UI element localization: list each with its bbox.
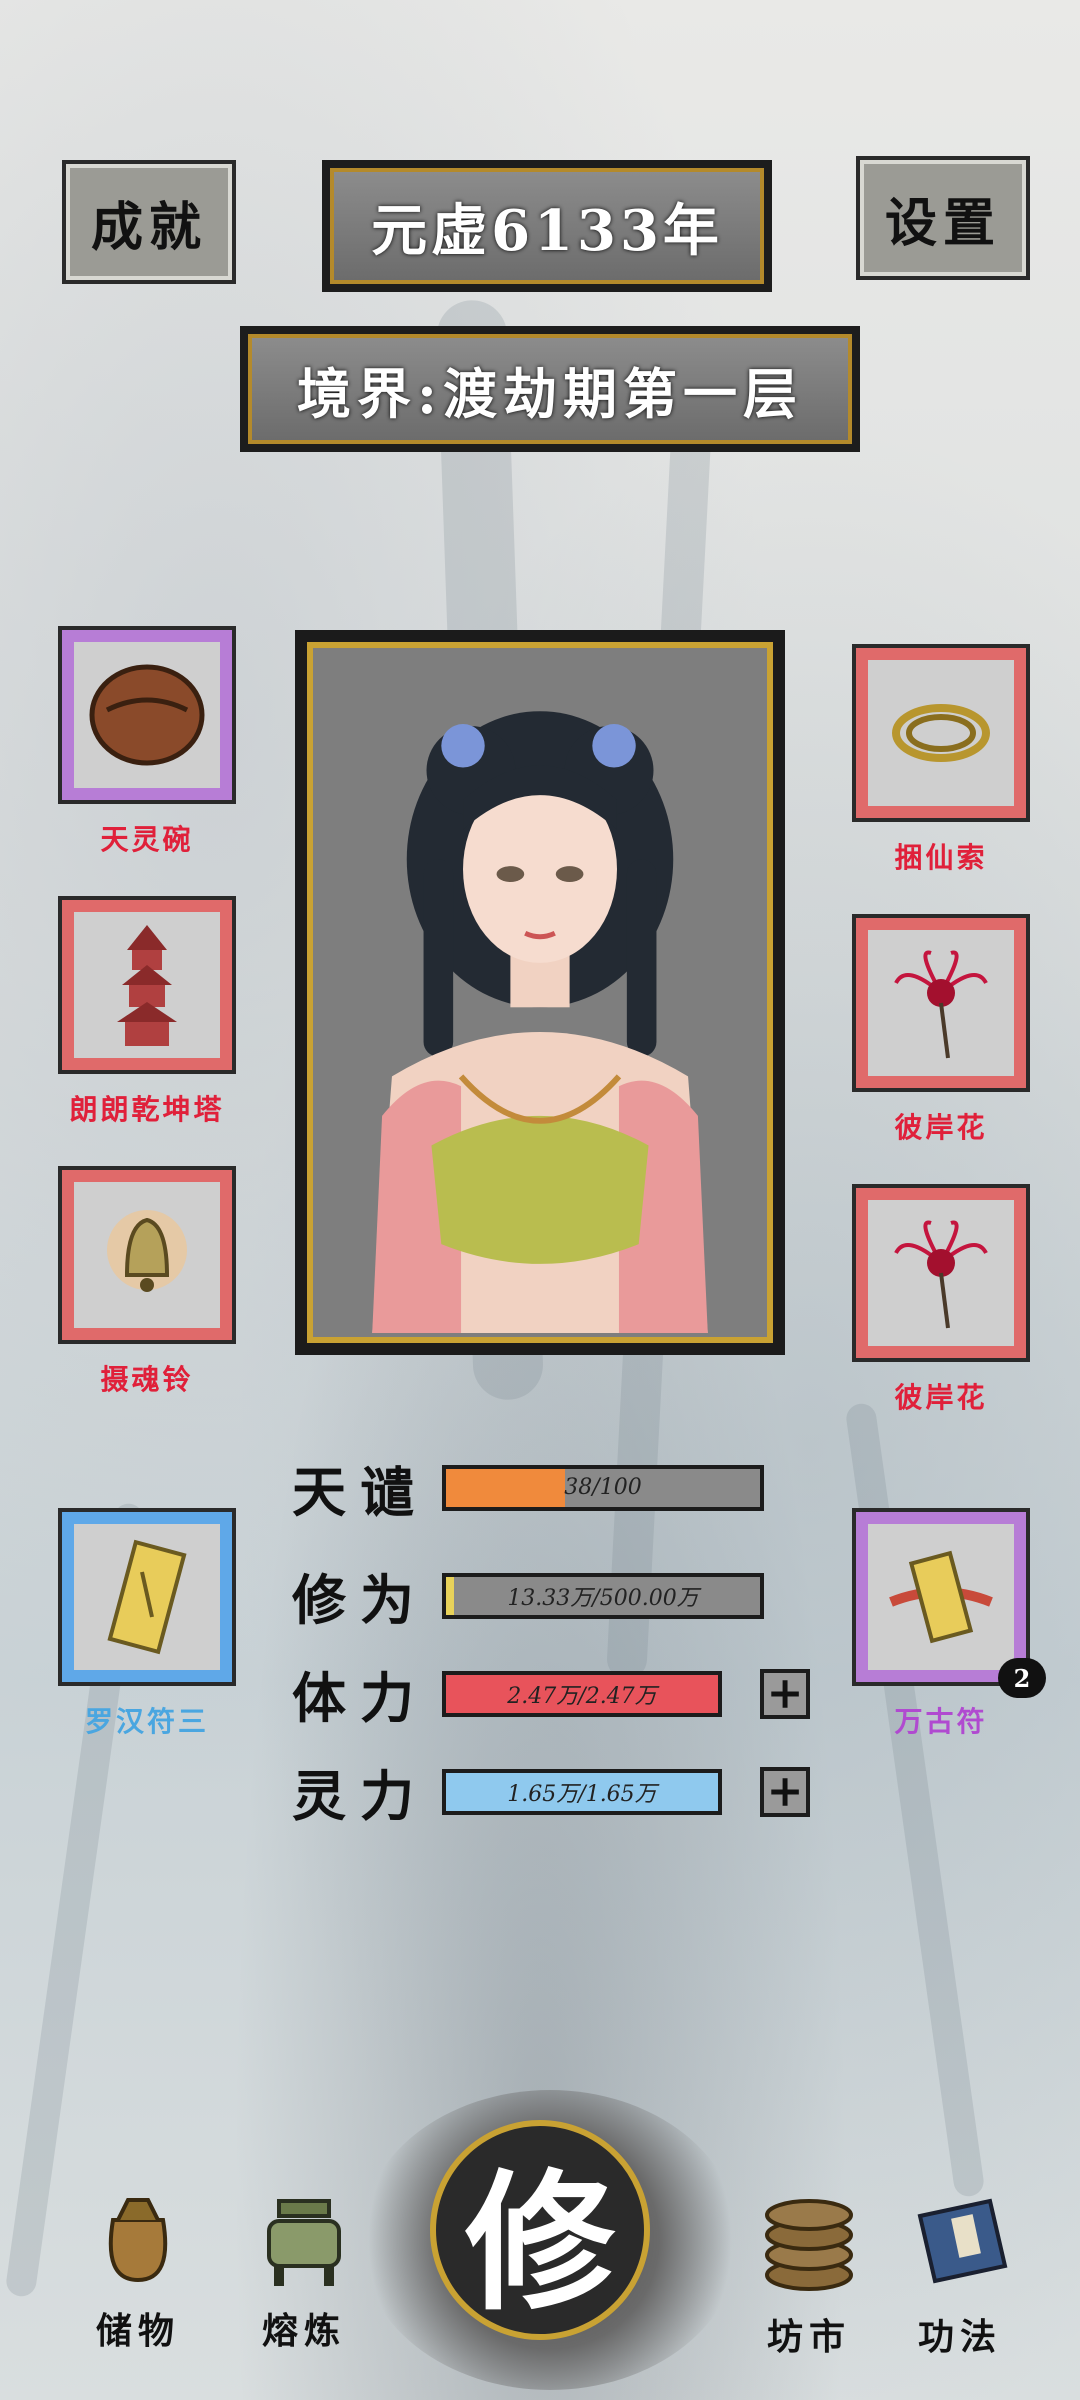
- nav-storage[interactable]: 储物: [78, 2180, 198, 2354]
- bell-icon: [74, 1182, 220, 1328]
- nav-skills[interactable]: 功法: [890, 2186, 1030, 2360]
- stat-row-xiuwei: 修为 13.33万/500.00万: [292, 1556, 764, 1635]
- item-count-badge: 2: [998, 1658, 1046, 1698]
- left-item-2-name: 朗朗乾坤塔: [69, 1093, 225, 1126]
- tili-bar: 2.47万/2.47万: [442, 1670, 722, 1717]
- stat-row-tili: 体力 2.47万/2.47万 +: [292, 1654, 810, 1733]
- item-frame: [852, 914, 1030, 1092]
- item-frame: [852, 644, 1030, 822]
- bowl-icon: [74, 642, 220, 788]
- year-plaque: 元虚6133年: [322, 160, 772, 292]
- nav-skills-label: 功法: [917, 2316, 1002, 2358]
- right-item-3[interactable]: 彼岸花: [852, 1184, 1030, 1416]
- right-item-1[interactable]: 捆仙索: [852, 644, 1030, 876]
- lingli-add-button[interactable]: +: [760, 1766, 810, 1817]
- left-item-4[interactable]: 罗汉符三: [58, 1508, 236, 1740]
- stat-label: 天谴: [292, 1460, 428, 1524]
- right-item-4-name: 万古符: [894, 1705, 988, 1738]
- nav-market[interactable]: 坊市: [744, 2180, 874, 2360]
- right-item-1-name: 捆仙索: [894, 841, 988, 874]
- item-frame: [58, 626, 236, 804]
- tianqian-value: 38/100: [564, 1475, 642, 1500]
- achievement-label: 成就: [90, 196, 207, 258]
- left-item-2[interactable]: 朗朗乾坤塔: [58, 896, 236, 1128]
- right-item-3-name: 彼岸花: [894, 1381, 988, 1414]
- lingli-value: 1.65万/1.65万: [507, 1781, 657, 1807]
- left-item-1-name: 天灵碗: [100, 823, 194, 856]
- nav-cultivate[interactable]: 修: [430, 2120, 650, 2340]
- book-icon: [917, 2198, 1008, 2284]
- settings-label: 设置: [884, 192, 1001, 254]
- xiuwei-value: 13.33万/500.00万: [507, 1585, 699, 1611]
- stat-label: 体力: [292, 1666, 428, 1730]
- rope-icon: [868, 660, 1014, 806]
- cultivate-emblem: 修: [430, 2120, 650, 2340]
- xiuwei-bar: 13.33万/500.00万: [442, 1572, 764, 1619]
- character-portrait-frame: [295, 630, 785, 1355]
- nav-market-label: 坊市: [766, 2316, 851, 2358]
- spider-lily-icon: [868, 1200, 1014, 1346]
- nav-smelting[interactable]: 熔炼: [244, 2186, 364, 2354]
- settings-button[interactable]: 设置: [856, 156, 1030, 280]
- stat-row-lingli: 灵力 1.65万/1.65万 +: [292, 1752, 810, 1831]
- nav-cultivate-label: 修: [464, 2154, 615, 2331]
- stat-row-tianqian: 天谴 38/100: [292, 1448, 764, 1527]
- item-frame: [852, 1184, 1030, 1362]
- nav-smelting-label: 熔炼: [261, 2310, 346, 2352]
- left-item-3[interactable]: 摄魂铃: [58, 1166, 236, 1398]
- stat-label: 修为: [292, 1568, 428, 1632]
- realm-label: 境界:渡劫期第一层: [297, 361, 803, 426]
- tianqian-bar: 38/100: [442, 1464, 764, 1511]
- coins-icon: [765, 2199, 853, 2291]
- right-item-2-name: 彼岸花: [894, 1111, 988, 1144]
- left-item-4-name: 罗汉符三: [84, 1705, 209, 1738]
- item-frame: 2: [852, 1508, 1046, 1698]
- character-illustration: [372, 711, 708, 1333]
- tili-add-button[interactable]: +: [760, 1668, 810, 1719]
- tili-value: 2.47万/2.47万: [507, 1683, 657, 1709]
- left-item-3-name: 摄魂铃: [100, 1363, 194, 1396]
- item-frame: [58, 896, 236, 1074]
- pagoda-icon: [74, 912, 220, 1058]
- cauldron-icon: [267, 2199, 341, 2286]
- realm-plaque: 境界:渡劫期第一层: [240, 326, 860, 452]
- character-portrait: [307, 642, 773, 1343]
- spider-lily-icon: [868, 930, 1014, 1076]
- left-item-1[interactable]: 天灵碗: [58, 626, 236, 858]
- pouch-icon: [108, 2198, 168, 2283]
- right-item-4[interactable]: 2 万古符: [852, 1508, 1046, 1740]
- lingli-bar: 1.65万/1.65万: [442, 1768, 722, 1815]
- scroll-talisman-icon: [868, 1524, 1014, 1670]
- talisman-icon: [74, 1524, 220, 1670]
- stat-label: 灵力: [292, 1764, 428, 1828]
- item-frame: [58, 1166, 236, 1344]
- year-label: 元虚6133年: [371, 197, 723, 264]
- right-item-2[interactable]: 彼岸花: [852, 914, 1030, 1146]
- nav-storage-label: 储物: [95, 2310, 180, 2352]
- achievement-button[interactable]: 成就: [62, 160, 236, 284]
- item-frame: [58, 1508, 236, 1686]
